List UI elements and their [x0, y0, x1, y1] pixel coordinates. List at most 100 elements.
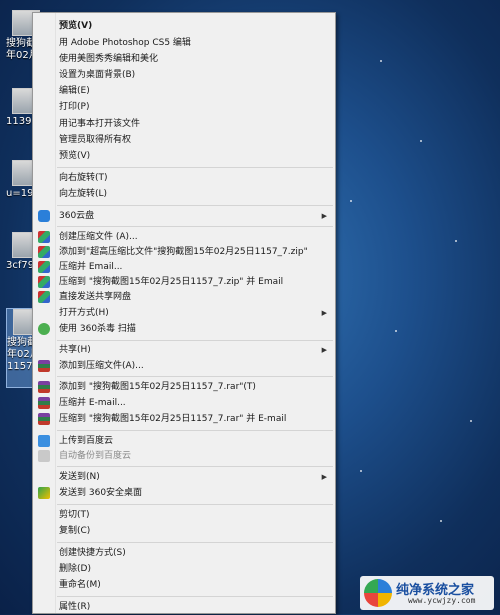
menu-item-add-to-archive[interactable]: 添加到压缩文件(A)...: [33, 358, 335, 374]
context-menu: 预览(V) 用 Adobe Photoshop CS5 编辑 使用美图秀秀编辑和…: [32, 12, 336, 614]
menu-item-label: 向左旋转(L): [59, 189, 108, 199]
menu-item-label: 添加到压缩文件(A)...: [59, 361, 144, 371]
menu-item-rotate-right[interactable]: 向右旋转(T): [33, 170, 335, 186]
menu-item-label: 添加到 "搜狗截图15年02月25日1157_7.rar"(T): [59, 382, 256, 392]
menu-item-share[interactable]: 共享(H) ▶: [33, 342, 335, 358]
menu-item-360-cloud[interactable]: 360云盘 ▶: [33, 208, 335, 224]
menu-item-label: 向右旋转(T): [59, 173, 108, 183]
menu-item-label: 重命名(M): [59, 580, 101, 590]
menu-item-send-share-disk[interactable]: 直接发送共享网盘: [33, 289, 335, 305]
menu-item-label: 剪切(T): [59, 510, 90, 520]
winrar-icon: [38, 397, 50, 409]
menu-item-rename[interactable]: 重命名(M): [33, 577, 335, 593]
star: [455, 240, 457, 242]
menu-separator: [57, 167, 333, 168]
archive-icon: [38, 231, 50, 243]
menu-item-label: 预览(V): [59, 21, 93, 31]
menu-item-cut[interactable]: 剪切(T): [33, 507, 335, 523]
menu-item-take-ownership[interactable]: 管理员取得所有权: [33, 132, 335, 148]
menu-item-label: 删除(D): [59, 564, 91, 574]
star: [470, 420, 472, 422]
menu-item-label: 压缩到 "搜狗截图15年02月25日1157_7.zip" 并 Email: [59, 277, 284, 287]
menu-separator: [57, 542, 333, 543]
menu-item-send-to-360-desktop[interactable]: 发送到 360安全桌面: [33, 485, 335, 501]
menu-item-edit-photoshop[interactable]: 用 Adobe Photoshop CS5 编辑: [33, 35, 335, 51]
winrar-icon: [38, 413, 50, 425]
site-watermark: 纯净系统之家 www.ycwjzy.com: [360, 576, 494, 610]
menu-item-label: 自动备份到百度云: [59, 451, 132, 461]
menu-item-set-wallpaper[interactable]: 设置为桌面背景(B): [33, 67, 335, 83]
menu-item-label: 用记事本打开该文件: [59, 119, 141, 129]
menu-item-compress-email[interactable]: 压缩并 Email...: [33, 259, 335, 275]
menu-item-upload-baidu[interactable]: 上传到百度云: [33, 433, 335, 449]
menu-item-edit[interactable]: 编辑(E): [33, 83, 335, 99]
menu-separator: [57, 466, 333, 467]
menu-item-label: 共享(H): [59, 345, 91, 355]
star: [395, 330, 397, 332]
menu-item-scan-360[interactable]: 使用 360杀毒 扫描: [33, 321, 335, 337]
menu-separator: [57, 504, 333, 505]
menu-item-label: 复制(C): [59, 526, 91, 536]
menu-separator: [57, 205, 333, 206]
archive-icon: [38, 246, 50, 258]
menu-item-auto-backup-baidu: 自动备份到百度云: [33, 448, 335, 464]
menu-item-create-archive[interactable]: 创建压缩文件 (A)...: [33, 229, 335, 245]
menu-item-label: 压缩并 E-mail...: [59, 398, 126, 408]
menu-item-print[interactable]: 打印(P): [33, 99, 335, 115]
menu-item-copy[interactable]: 复制(C): [33, 523, 335, 539]
winrar-icon: [38, 381, 50, 393]
menu-separator: [57, 596, 333, 597]
menu-separator: [57, 376, 333, 377]
menu-item-preview[interactable]: 预览(V): [33, 148, 335, 164]
menu-item-properties[interactable]: 属性(R): [33, 599, 335, 615]
menu-item-compress-zip-email[interactable]: 压缩到 "搜狗截图15年02月25日1157_7.zip" 并 Email: [33, 274, 335, 290]
menu-item-send-to[interactable]: 发送到(N) ▶: [33, 469, 335, 485]
menu-item-delete[interactable]: 删除(D): [33, 561, 335, 577]
archive-icon: [38, 291, 50, 303]
menu-item-label: 预览(V): [59, 151, 91, 161]
menu-item-open-with[interactable]: 打开方式(H) ▶: [33, 305, 335, 321]
menu-item-meitu[interactable]: 使用美图秀秀编辑和美化: [33, 51, 335, 67]
menu-item-rotate-left[interactable]: 向左旋转(L): [33, 186, 335, 202]
submenu-arrow-icon: ▶: [321, 309, 327, 317]
menu-item-label: 设置为桌面背景(B): [59, 70, 136, 80]
menu-separator: [57, 226, 333, 227]
menu-item-label: 属性(R): [59, 602, 91, 612]
menu-item-label: 创建压缩文件 (A)...: [59, 232, 138, 242]
menu-item-label: 360云盘: [59, 211, 95, 221]
baidu-cloud-icon: [38, 435, 50, 447]
menu-item-label: 打开方式(H): [59, 308, 109, 318]
menu-item-label: 压缩到 "搜狗截图15年02月25日1157_7.rar" 并 E-mail: [59, 414, 287, 424]
submenu-arrow-icon: ▶: [321, 346, 327, 354]
menu-item-preview-default[interactable]: 预览(V): [33, 18, 335, 34]
star: [440, 520, 442, 522]
menu-item-create-shortcut[interactable]: 创建快捷方式(S): [33, 545, 335, 561]
menu-item-label: 发送到(N): [59, 472, 100, 482]
menu-item-label: 添加到"超高压缩比文件"搜狗截图15年02月25日1157_7.zip": [59, 247, 308, 257]
360-desktop-icon: [38, 487, 50, 499]
cloud-icon: [38, 210, 50, 222]
star: [360, 470, 362, 472]
menu-item-label: 编辑(E): [59, 86, 90, 96]
submenu-arrow-icon: ▶: [321, 212, 327, 220]
site-logo-icon: [364, 579, 392, 607]
menu-item-label: 管理员取得所有权: [59, 135, 132, 145]
menu-item-label: 直接发送共享网盘: [59, 292, 132, 302]
menu-item-label: 打印(P): [59, 102, 90, 112]
menu-item-compress-rar-email[interactable]: 压缩到 "搜狗截图15年02月25日1157_7.rar" 并 E-mail: [33, 411, 335, 427]
archive-icon: [38, 276, 50, 288]
menu-item-compress-email-rar[interactable]: 压缩并 E-mail...: [33, 395, 335, 411]
menu-item-label: 使用 360杀毒 扫描: [59, 324, 136, 334]
winrar-icon: [38, 360, 50, 372]
menu-separator: [57, 340, 333, 341]
star: [350, 200, 352, 202]
menu-item-add-to-zip[interactable]: 添加到"超高压缩比文件"搜狗截图15年02月25日1157_7.zip": [33, 244, 335, 260]
menu-item-label: 发送到 360安全桌面: [59, 488, 143, 498]
menu-item-label: 创建快捷方式(S): [59, 548, 126, 558]
menu-item-add-to-rar[interactable]: 添加到 "搜狗截图15年02月25日1157_7.rar"(T): [33, 379, 335, 395]
menu-item-label: 用 Adobe Photoshop CS5 编辑: [59, 38, 191, 48]
shield-icon: [38, 323, 50, 335]
menu-item-label: 上传到百度云: [59, 436, 114, 446]
baidu-cloud-icon: [38, 450, 50, 462]
menu-item-open-notepad[interactable]: 用记事本打开该文件: [33, 116, 335, 132]
